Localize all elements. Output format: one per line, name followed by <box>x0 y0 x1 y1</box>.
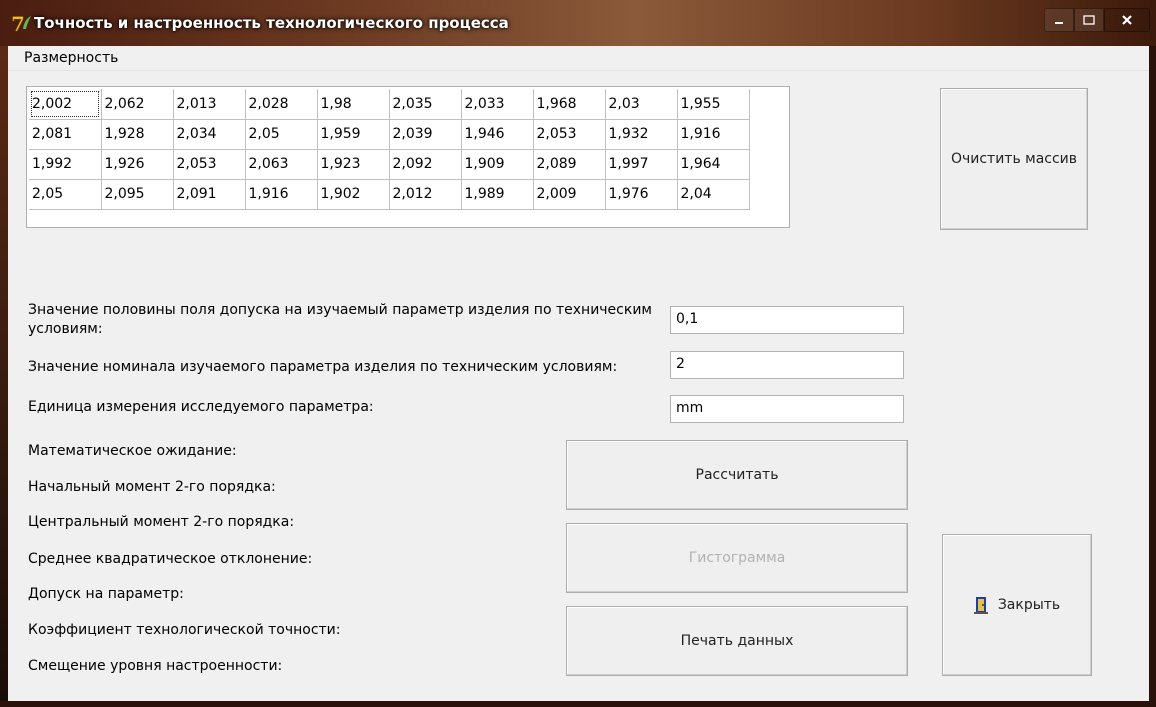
grid-cell[interactable]: 2,039 <box>389 119 462 150</box>
grid-cell[interactable]: 2,05 <box>245 119 318 150</box>
histogram-button[interactable]: Гистограмма <box>566 523 908 593</box>
result-std-deviation-label: Среднее квадратическое отклонение: <box>28 551 313 567</box>
grid-cell[interactable]: 2,05 <box>29 179 102 210</box>
grid-cell[interactable]: 1,955 <box>677 89 750 120</box>
grid-cell[interactable]: 2,053 <box>533 119 606 150</box>
grid-cell[interactable]: 1,916 <box>677 119 750 150</box>
window-controls <box>1044 8 1150 34</box>
data-grid-table: 2,002 2,062 2,013 2,028 1,98 2,035 2,033 1,968 2… <box>29 89 750 210</box>
maximize-icon <box>1083 15 1095 25</box>
grid-cell[interactable]: 1,992 <box>29 149 102 180</box>
grid-cell[interactable]: 2,092 <box>389 149 462 180</box>
grid-cell[interactable]: 2,095 <box>101 179 174 210</box>
grid-cell[interactable]: 1,909 <box>461 149 534 180</box>
exit-door-icon <box>973 597 988 614</box>
window-title: Точность и настроенность технологическог… <box>34 14 509 32</box>
grid-cell[interactable]: 2,034 <box>173 119 246 150</box>
grid-cell[interactable]: 2,028 <box>245 89 318 120</box>
menu-bar: Размерность <box>8 46 1149 71</box>
grid-cell[interactable]: 1,997 <box>605 149 678 180</box>
grid-cell[interactable]: 2,091 <box>173 179 246 210</box>
close-button-label: Закрыть <box>997 597 1061 613</box>
grid-cell[interactable]: 1,902 <box>317 179 390 210</box>
grid-cell[interactable]: 2,04 <box>677 179 750 210</box>
title-bar[interactable]: 7 Точность и настроенность технологическ… <box>0 0 1156 46</box>
client-area: Размерность 2,002 2,062 2,013 2,028 1,98 2,03… <box>8 46 1149 701</box>
result-expectation-label: Математическое ожидание: <box>28 443 237 459</box>
result-tolerance-label: Допуск на параметр: <box>28 586 184 602</box>
grid-cell[interactable]: 1,968 <box>533 89 606 120</box>
grid-cell[interactable]: 1,959 <box>317 119 390 150</box>
menu-item-dimension[interactable]: Размерность <box>24 50 118 66</box>
nominal-label: Значение номинала изучаемого параметра и… <box>28 359 618 375</box>
grid-row: 2,002 2,062 2,013 2,028 1,98 2,035 2,033 1,968 2… <box>29 89 750 120</box>
close-button[interactable]: Закрыть <box>942 534 1092 676</box>
grid-cell[interactable]: 1,923 <box>317 149 390 180</box>
result-setup-shift-label: Смещение уровня настроенности: <box>28 658 283 674</box>
window-frame-left <box>0 46 8 707</box>
grid-row: 1,992 1,926 2,053 2,063 1,923 2,092 1,909 2,089… <box>29 149 750 180</box>
minimize-button[interactable] <box>1044 8 1074 32</box>
grid-row: 2,081 1,928 2,034 2,05 1,959 2,039 1,946 2,053 1… <box>29 119 750 150</box>
result-accuracy-coef-label: Коэффициент технологической точности: <box>28 622 341 638</box>
app-window: 7 Точность и настроенность технологическ… <box>0 0 1156 707</box>
grid-cell[interactable]: 2,002 <box>29 89 102 120</box>
grid-cell[interactable]: 1,928 <box>101 119 174 150</box>
calculate-button[interactable]: Рассчитать <box>566 440 908 510</box>
half-tolerance-input[interactable]: 0,1 <box>670 306 904 334</box>
svg-text:7: 7 <box>11 12 25 34</box>
nominal-input[interactable]: 2 <box>670 351 904 379</box>
grid-cell[interactable]: 2,03 <box>605 89 678 120</box>
grid-row: 2,05 2,095 2,091 1,916 1,902 2,012 1,989 2,009 1… <box>29 179 750 210</box>
grid-cell[interactable]: 1,976 <box>605 179 678 210</box>
half-tolerance-label-line1: Значение половины поля допуска на изучае… <box>28 302 652 318</box>
grid-cell[interactable]: 1,989 <box>461 179 534 210</box>
grid-cell[interactable]: 2,033 <box>461 89 534 120</box>
maximize-button[interactable] <box>1074 8 1104 32</box>
grid-cell[interactable]: 2,089 <box>533 149 606 180</box>
unit-input[interactable]: mm <box>670 395 904 423</box>
grid-cell[interactable]: 1,932 <box>605 119 678 150</box>
app-icon: 7 <box>11 12 31 34</box>
grid-cell[interactable]: 2,053 <box>173 149 246 180</box>
half-tolerance-label-line2: условиям: <box>28 321 103 337</box>
result-moment2-label: Начальный момент 2-го порядка: <box>28 479 276 495</box>
grid-cell[interactable]: 2,035 <box>389 89 462 120</box>
half-tolerance-label: Значение половины поля допуска на изучае… <box>28 301 652 339</box>
unit-label: Единица измерения исследуемого параметра… <box>28 399 374 415</box>
close-window-button[interactable] <box>1104 8 1150 32</box>
close-icon <box>1122 15 1132 25</box>
window-frame-right <box>1149 46 1156 707</box>
grid-cell[interactable]: 2,013 <box>173 89 246 120</box>
grid-cell[interactable]: 2,012 <box>389 179 462 210</box>
grid-cell[interactable]: 1,916 <box>245 179 318 210</box>
data-grid[interactable]: 2,002 2,062 2,013 2,028 1,98 2,035 2,033 1,968 2… <box>26 86 790 228</box>
grid-cell[interactable]: 2,062 <box>101 89 174 120</box>
print-data-button[interactable]: Печать данных <box>566 606 908 676</box>
grid-cell[interactable]: 1,926 <box>101 149 174 180</box>
grid-cell[interactable]: 2,009 <box>533 179 606 210</box>
minimize-icon <box>1055 22 1063 24</box>
clear-array-button[interactable]: Очистить массив <box>940 88 1088 230</box>
grid-cell[interactable]: 1,946 <box>461 119 534 150</box>
grid-cell[interactable]: 2,063 <box>245 149 318 180</box>
result-central-moment-label: Центральный момент 2-го порядка: <box>28 514 295 530</box>
grid-cell[interactable]: 2,081 <box>29 119 102 150</box>
grid-cell[interactable]: 1,964 <box>677 149 750 180</box>
grid-cell[interactable]: 1,98 <box>317 89 390 120</box>
window-frame-bottom <box>0 701 1156 707</box>
